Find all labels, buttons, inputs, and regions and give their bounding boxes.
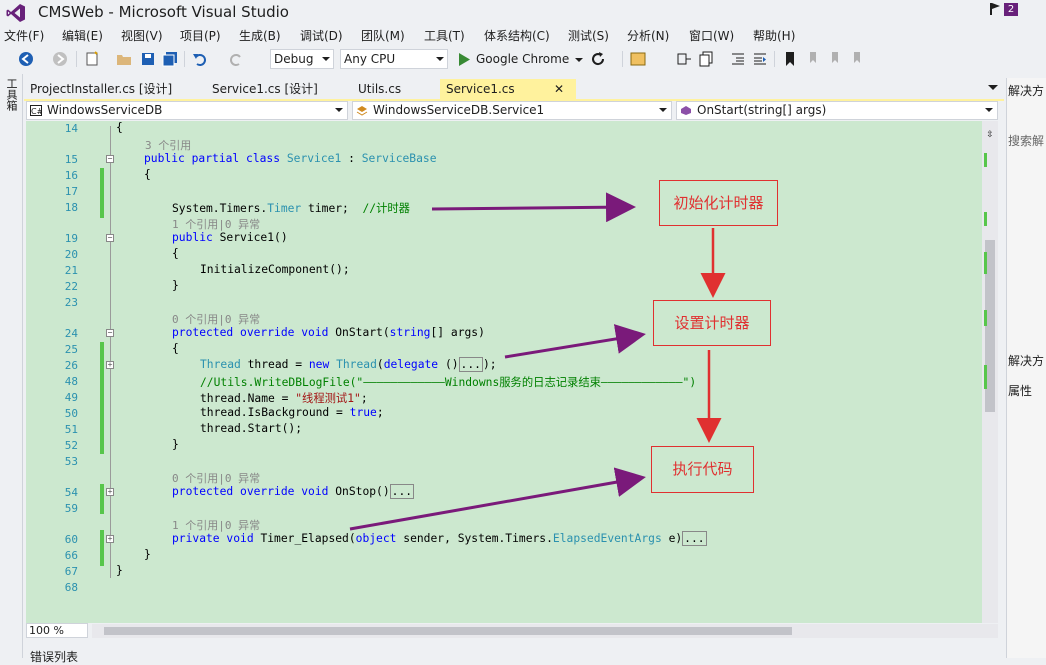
arrow-to-run-code xyxy=(349,467,646,531)
arrow-to-set-timer xyxy=(504,324,646,359)
annotation-arrows xyxy=(349,192,726,531)
arrow-to-init-timer xyxy=(431,192,636,223)
